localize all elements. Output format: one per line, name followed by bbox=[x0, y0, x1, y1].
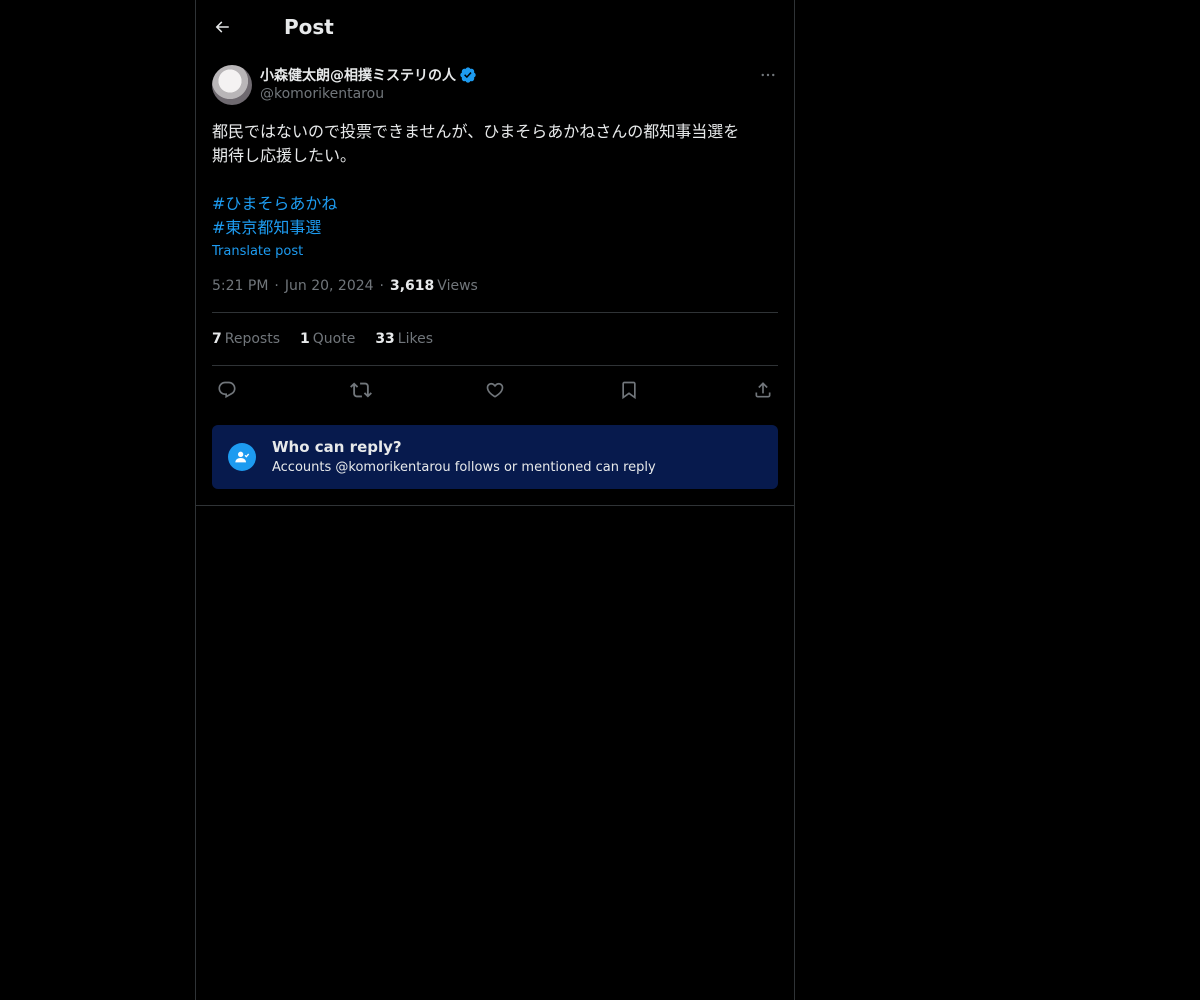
hashtag-link[interactable]: #東京都知事選 bbox=[212, 216, 778, 240]
who-can-reply-subtitle: Accounts @komorikentarou follows or ment… bbox=[272, 460, 656, 475]
verified-badge-icon bbox=[460, 67, 476, 83]
translate-post-link[interactable]: Translate post bbox=[212, 244, 778, 259]
views-count: 3,618 bbox=[390, 278, 435, 294]
reposts-label: Reposts bbox=[224, 331, 280, 347]
display-name[interactable]: 小森健太朗@相撲ミステリの人 bbox=[260, 65, 456, 85]
user-handle[interactable]: @komorikentarou bbox=[260, 86, 477, 102]
who-can-reply-box: Who can reply? Accounts @komorikentarou … bbox=[212, 425, 778, 489]
share-icon[interactable] bbox=[752, 379, 774, 401]
avatar[interactable] bbox=[212, 65, 252, 105]
reply-icon[interactable] bbox=[216, 379, 238, 401]
bookmark-icon[interactable] bbox=[618, 379, 640, 401]
author-row: 小森健太朗@相撲ミステリの人 @komorikentarou bbox=[212, 65, 778, 105]
mention-user-icon bbox=[228, 443, 256, 471]
reposts-stat[interactable]: 7 Reposts bbox=[212, 331, 280, 347]
author-info: 小森健太朗@相撲ミステリの人 @komorikentarou bbox=[260, 65, 477, 102]
post: 小森健太朗@相撲ミステリの人 @komorikentarou 都民ではないので投… bbox=[196, 54, 794, 506]
like-icon[interactable] bbox=[484, 379, 506, 401]
display-name-row: 小森健太朗@相撲ミステリの人 bbox=[260, 65, 477, 85]
who-can-reply-title: Who can reply? bbox=[272, 438, 402, 456]
engagement-stats: 7 Reposts 1 Quote 33 Likes bbox=[212, 313, 778, 365]
post-time[interactable]: 5:21 PM bbox=[212, 278, 268, 294]
post-meta: 5:21 PM · Jun 20, 2024 · 3,618 Views bbox=[212, 276, 778, 296]
likes-stat[interactable]: 33 Likes bbox=[375, 331, 433, 347]
reposts-count: 7 bbox=[212, 331, 222, 347]
likes-count: 33 bbox=[375, 331, 395, 347]
arrow-left-icon[interactable] bbox=[212, 17, 232, 37]
post-text: 都民ではないので投票できませんが、ひまそらあかねさんの都知事当選を 期待し応援し… bbox=[212, 122, 740, 165]
quotes-stat[interactable]: 1 Quote bbox=[300, 331, 355, 347]
hashtag-link[interactable]: #ひまそらあかね bbox=[212, 192, 778, 216]
page-header: Post bbox=[196, 0, 794, 54]
more-horizontal-icon[interactable] bbox=[758, 65, 778, 85]
views-label: Views bbox=[437, 278, 478, 294]
quotes-count: 1 bbox=[300, 331, 310, 347]
repost-icon[interactable] bbox=[350, 379, 372, 401]
hashtag-list: #ひまそらあかね #東京都知事選 bbox=[212, 192, 778, 240]
main-column: Post 小森健太朗@相撲ミステリの人 @komorikentarou 都民では… bbox=[195, 0, 795, 1000]
meta-separator: · bbox=[379, 278, 384, 294]
post-date[interactable]: Jun 20, 2024 bbox=[285, 278, 374, 294]
meta-separator: · bbox=[274, 278, 279, 294]
who-can-reply-text: Who can reply? Accounts @komorikentarou … bbox=[272, 437, 656, 477]
action-bar bbox=[212, 366, 778, 414]
page-title: Post bbox=[284, 15, 334, 39]
likes-label: Likes bbox=[397, 331, 434, 347]
quotes-label: Quote bbox=[312, 331, 356, 347]
